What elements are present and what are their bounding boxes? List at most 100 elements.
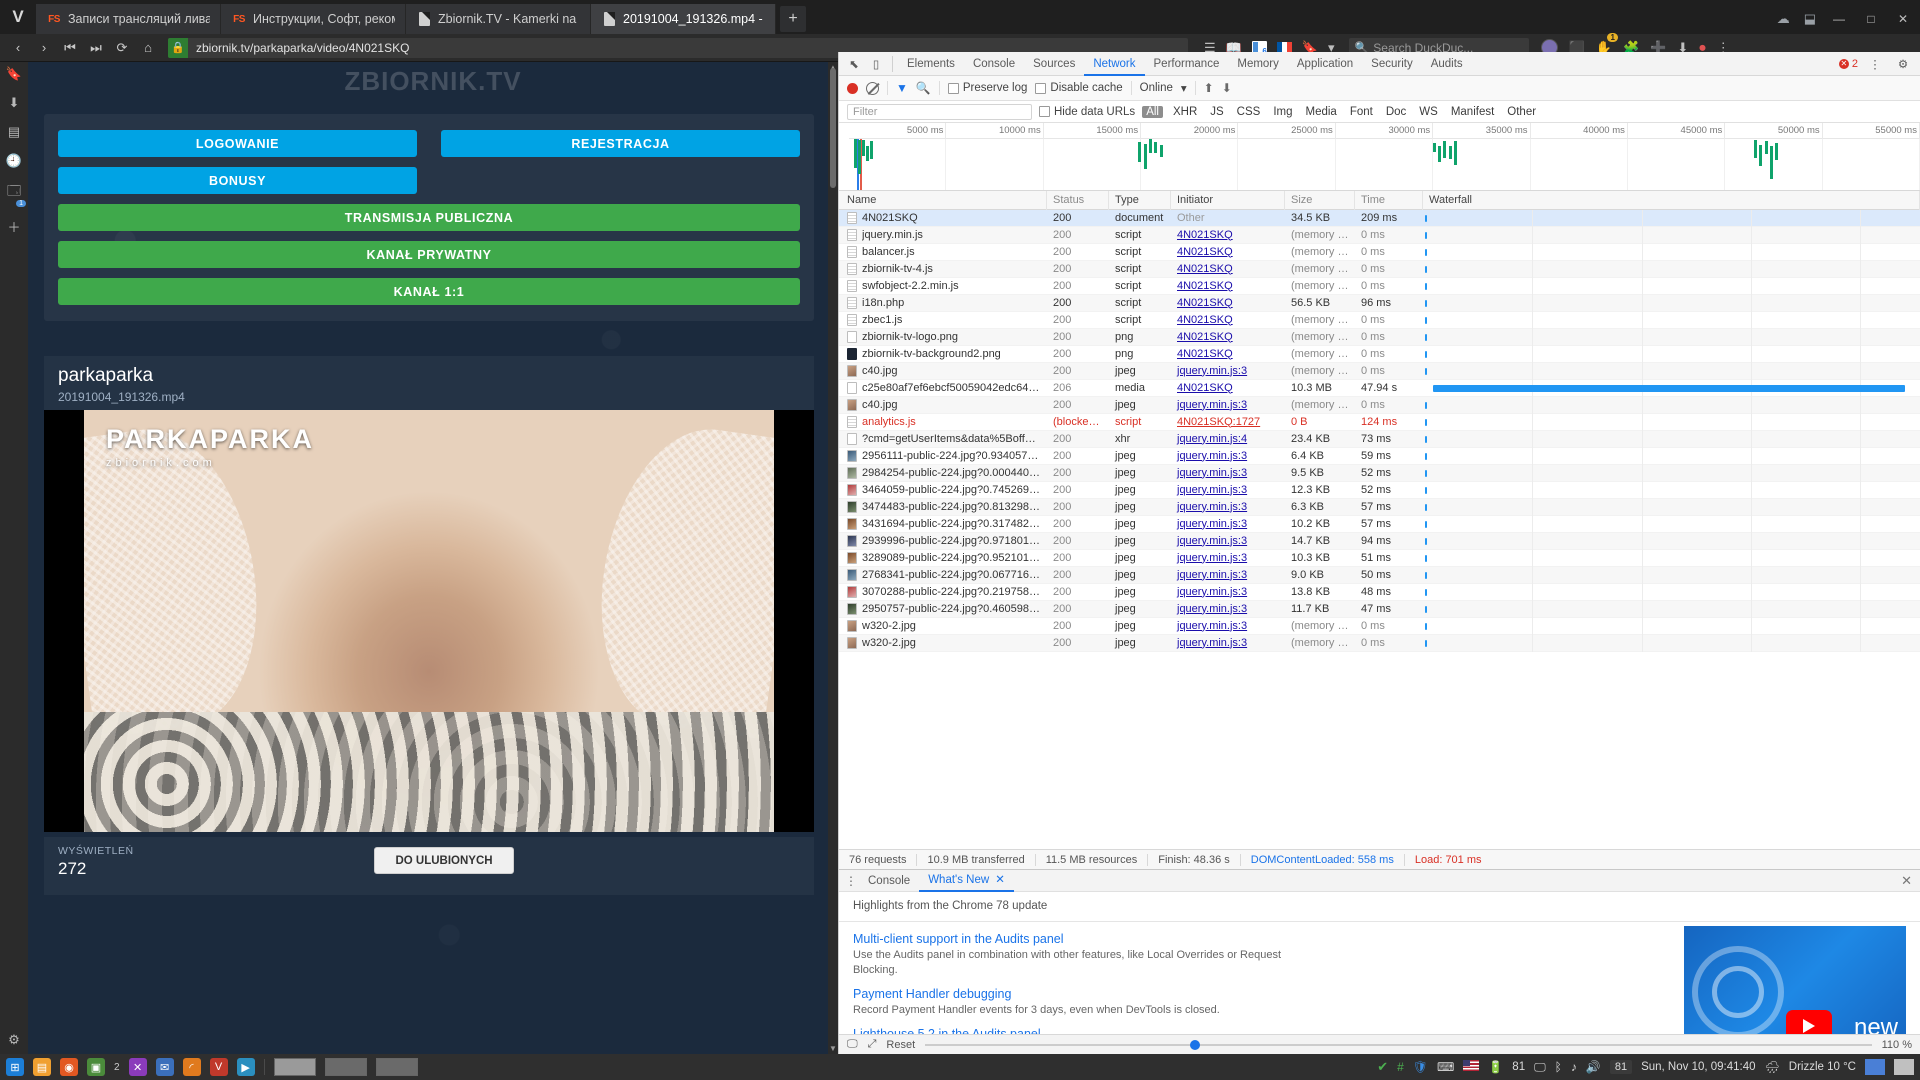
scrollbar-thumb[interactable]	[830, 68, 836, 188]
window-minimize-button[interactable]: —	[1824, 4, 1854, 34]
initiator-link[interactable]: 4N021SKQ	[1177, 331, 1233, 343]
devtools-tab-console[interactable]: Console	[964, 52, 1024, 76]
filter-type-doc[interactable]: Doc	[1383, 106, 1409, 118]
devtools-tab-elements[interactable]: Elements	[898, 52, 964, 76]
forward-button[interactable]: ›	[32, 36, 56, 60]
export-har-icon[interactable]: ⬇	[1222, 81, 1232, 95]
network-request-row[interactable]: 3431694-public-224.jpg?0.31748273956...2…	[839, 516, 1920, 533]
fastforward-button[interactable]: ⏭	[84, 36, 108, 60]
column-header-initiator[interactable]: Initiator	[1171, 191, 1285, 210]
drawer-tab-whats-new[interactable]: What's New ✕	[919, 870, 1014, 892]
network-request-row[interactable]: c25e80af7ef6ebcf50059042edc64d33.48... 20…	[839, 380, 1920, 397]
display-icon[interactable]: 🖵	[1534, 1060, 1546, 1075]
video-player[interactable]: PARKAPARKA zbiornik.com	[44, 410, 814, 832]
devtools-tab-memory[interactable]: Memory	[1228, 52, 1288, 76]
us-flag-icon[interactable]	[1463, 1060, 1479, 1074]
initiator-link[interactable]: jquery.min.js:3	[1177, 620, 1247, 632]
filter-input[interactable]: Filter	[847, 104, 1032, 120]
gimp-icon[interactable]: ✕	[129, 1058, 147, 1076]
initiator-link[interactable]: jquery.min.js:3	[1177, 450, 1247, 462]
history-panel-icon[interactable]: 🕘	[6, 153, 22, 169]
media-player-icon[interactable]: ▶	[237, 1058, 255, 1076]
network-request-row[interactable]: balancer.js 200 script 4N021SKQ (memory c...…	[839, 244, 1920, 261]
initiator-link[interactable]: 4N021SKQ	[1177, 246, 1233, 258]
initiator-link[interactable]: 4N021SKQ:1727	[1177, 416, 1260, 428]
vivaldi-logo-icon[interactable]: V	[0, 0, 36, 34]
column-header-waterfall[interactable]: Waterfall	[1423, 191, 1920, 210]
initiator-link[interactable]: jquery.min.js:3	[1177, 637, 1247, 649]
network-request-row[interactable]: c40.jpg 200 jpeg jquery.min.js:3 (memory c..…	[839, 363, 1920, 380]
network-request-row[interactable]: i18n.php 200 script 4N021SKQ 56.5 KB 96 ms	[839, 295, 1920, 312]
vivaldi-taskbar-icon[interactable]: V	[210, 1058, 228, 1076]
audio-icon[interactable]: ♪	[1571, 1060, 1577, 1074]
reset-zoom-button[interactable]: Reset	[886, 1039, 915, 1051]
rewind-button[interactable]: ⏮	[58, 36, 82, 60]
clear-network-icon[interactable]	[866, 82, 879, 95]
network-request-row[interactable]: ?cmd=getUserItems&data%5Boffset%5D... 200…	[839, 431, 1920, 448]
network-request-row[interactable]: 2984254-public-224.jpg?0.00044053237... 2…	[839, 465, 1920, 482]
network-request-row[interactable]: 2939996-public-224.jpg?0.97180169527... 2…	[839, 533, 1920, 550]
import-har-icon[interactable]: ⬆	[1204, 81, 1214, 95]
column-header-size[interactable]: Size	[1285, 191, 1355, 210]
home-button[interactable]: ⌂	[136, 36, 160, 60]
inspect-element-icon[interactable]: ⬉	[843, 53, 865, 75]
resize-icon[interactable]: ⤢	[868, 1038, 877, 1051]
window-maximize-button[interactable]: □	[1856, 4, 1886, 34]
initiator-link[interactable]: jquery.min.js:3	[1177, 501, 1247, 513]
initiator-link[interactable]: 4N021SKQ	[1177, 382, 1233, 394]
network-request-row[interactable]: jquery.min.js 200 script 4N021SKQ (memory c.…	[839, 227, 1920, 244]
column-header-type[interactable]: Type	[1109, 191, 1171, 210]
initiator-link[interactable]: jquery.min.js:3	[1177, 535, 1247, 547]
network-request-row[interactable]: 3464059-public-224.jpg?0.74526969426...2…	[839, 482, 1920, 499]
column-header-name[interactable]: Name	[839, 191, 1047, 210]
initiator-link[interactable]: jquery.min.js:3	[1177, 484, 1247, 496]
initiator-link[interactable]: 4N021SKQ	[1177, 229, 1233, 241]
whats-new-item-title[interactable]: Multi-client support in the Audits panel	[853, 932, 1323, 946]
network-request-row[interactable]: analytics.js (blocked:ot... script 4N021SKQ…	[839, 414, 1920, 431]
settings-panel-icon[interactable]: ⚙	[8, 1032, 20, 1048]
network-hash-icon[interactable]: #	[1397, 1060, 1404, 1074]
network-request-row[interactable]: zbec1.js 200 script 4N021SKQ (memory c... 0 m…	[839, 312, 1920, 329]
updates-ok-icon[interactable]: ✔	[1377, 1059, 1388, 1075]
preserve-log-checkbox[interactable]: Preserve log	[948, 82, 1028, 94]
initiator-link[interactable]: jquery.min.js:3	[1177, 552, 1247, 564]
network-request-row[interactable]: 3070288-public-224.jpg?0.21975861241... 2…	[839, 584, 1920, 601]
initiator-link[interactable]: jquery.min.js:4	[1177, 433, 1247, 445]
login-button[interactable]: LOGOWANIE	[58, 130, 417, 157]
network-request-row[interactable]: swfobject-2.2.min.js 200 script 4N021SKQ (me…	[839, 278, 1920, 295]
initiator-link[interactable]: jquery.min.js:3	[1177, 399, 1247, 411]
browser-tab-1[interactable]: FS Записи трансляций ливач	[36, 4, 221, 34]
record-network-icon[interactable]	[847, 83, 858, 94]
keyboard-icon[interactable]: ⌨	[1437, 1060, 1454, 1074]
bluetooth-icon[interactable]: ᛒ	[1555, 1060, 1562, 1074]
drawer-menu-icon[interactable]: ⋮	[843, 874, 859, 888]
network-request-row[interactable]: zbiornik-tv-4.js 200 script 4N021SKQ (memory…	[839, 261, 1920, 278]
disable-cache-checkbox[interactable]: Disable cache	[1035, 82, 1122, 94]
browser-tab-3[interactable]: Zbiornik.TV - Kamerki na ży	[406, 4, 591, 34]
initiator-link[interactable]: jquery.min.js:3	[1177, 569, 1247, 581]
initiator-link[interactable]: 4N021SKQ	[1177, 314, 1233, 326]
volume-icon[interactable]: 🔊	[1586, 1060, 1601, 1074]
network-request-row[interactable]: w320-2.jpg 200 jpeg jquery.min.js:3 (memory …	[839, 618, 1920, 635]
initiator-link[interactable]: 4N021SKQ	[1177, 263, 1233, 275]
filter-type-xhr[interactable]: XHR	[1170, 106, 1200, 118]
network-request-row[interactable]: w320-2.jpg 200 jpeg jquery.min.js:3 (memory …	[839, 635, 1920, 652]
devtools-tab-network[interactable]: Network	[1084, 52, 1144, 76]
filter-type-all[interactable]: All	[1142, 106, 1163, 118]
clock[interactable]: Sun, Nov 10, 09:41:40	[1641, 1061, 1755, 1073]
column-header-status[interactable]: Status	[1047, 191, 1109, 210]
network-request-row[interactable]: 2950757-public-224.jpg?0.46059839287...2…	[839, 601, 1920, 618]
drawer-tab-console[interactable]: Console	[859, 870, 919, 892]
network-request-row[interactable]: c40.jpg 200 jpeg jquery.min.js:3 (memory c..…	[839, 397, 1920, 414]
browser-tab-2[interactable]: FS Инструкции, Софт, реком	[221, 4, 406, 34]
weather-status[interactable]: Drizzle 10 °C	[1789, 1061, 1856, 1073]
filter-type-media[interactable]: Media	[1303, 106, 1340, 118]
channel-1to1-button[interactable]: KANAŁ 1:1	[58, 278, 800, 305]
network-request-row[interactable]: zbiornik-tv-background2.png 200 png 4N021SK…	[839, 346, 1920, 363]
column-header-time[interactable]: Time	[1355, 191, 1423, 210]
close-icon[interactable]: ✕	[995, 869, 1005, 891]
back-button[interactable]: ‹	[6, 36, 30, 60]
network-request-row[interactable]: 4N021SKQ 200 document Other 34.5 KB 209 ms	[839, 210, 1920, 227]
network-request-row[interactable]: 2768341-public-224.jpg?0.06771625307...2…	[839, 567, 1920, 584]
initiator-link[interactable]: jquery.min.js:3	[1177, 518, 1247, 530]
